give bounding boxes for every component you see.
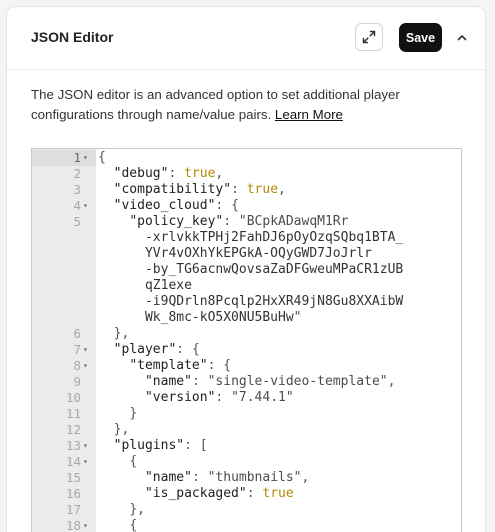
code-line[interactable]: 10 "version": "7.44.1" <box>32 390 461 406</box>
panel-header: JSON Editor Save <box>7 7 485 69</box>
code-text: "plugins": [ <box>113 438 208 453</box>
line-number: 16 <box>65 486 81 501</box>
code-text: -by_TG6acnwQovsaZaDFGweuMPaCR1zUB <box>98 262 404 277</box>
code-text: "template": { <box>129 358 232 373</box>
chevron-up-icon <box>457 35 467 41</box>
code-line[interactable]: Wk_8mc-kO5X0NU5BuHw" <box>32 310 461 326</box>
line-number: 2 <box>73 166 81 181</box>
line-number: 6 <box>73 326 81 341</box>
line-number: 14 <box>65 454 81 469</box>
code-text: } <box>129 406 138 421</box>
code-line[interactable]: 16 "is_packaged": true <box>32 486 461 502</box>
code-line[interactable]: 4 ▾ "video_cloud": { <box>32 198 461 214</box>
code-line[interactable]: 17 }, <box>32 502 461 518</box>
code-text: -xrlvkkTPHj2FahDJ6pOyOzqSQbq1BTA_ <box>98 230 404 245</box>
code-line[interactable]: -xrlvkkTPHj2FahDJ6pOyOzqSQbq1BTA_ <box>32 230 461 246</box>
fold-toggle-icon[interactable]: ▾ <box>83 438 91 454</box>
fold-toggle-icon[interactable]: ▾ <box>83 198 91 214</box>
code-line[interactable]: 7 ▾ "player": { <box>32 342 461 358</box>
code-line[interactable]: 3 "compatibility": true, <box>32 182 461 198</box>
json-code-editor[interactable]: 1 ▾{2 "debug": true, 3 "compatibility": tr… <box>31 148 462 532</box>
panel-title: JSON Editor <box>31 29 114 45</box>
learn-more-link[interactable]: Learn More <box>275 107 343 122</box>
line-number: 10 <box>65 390 81 405</box>
code-text: "player": { <box>113 342 200 357</box>
code-line[interactable]: 18 ▾ { <box>32 518 461 532</box>
code-text: Wk_8mc-kO5X0NU5BuHw" <box>98 310 302 325</box>
code-line[interactable]: 13 ▾ "plugins": [ <box>32 438 461 454</box>
code-line[interactable]: 5 "policy_key": "BCpkADawqM1Rr <box>32 214 461 230</box>
code-text: "policy_key": "BCpkADawqM1Rr <box>129 214 349 229</box>
line-number: 13 <box>65 438 81 453</box>
line-number: 7 <box>73 342 81 357</box>
code-text: -i9QDrln8Pcqlp2HxXR49jN8Gu8XXAibW <box>98 294 404 309</box>
code-text: }, <box>129 502 145 517</box>
code-text: "video_cloud": { <box>113 198 239 213</box>
header-divider <box>7 69 485 70</box>
editor-description: The JSON editor is an advanced option to… <box>31 85 451 125</box>
code-line[interactable]: 1 ▾ { <box>32 150 461 166</box>
code-line[interactable]: 11 } <box>32 406 461 422</box>
code-text: "is_packaged": true <box>144 486 294 501</box>
line-number: 15 <box>65 470 81 485</box>
code-text: "name": "thumbnails", <box>144 470 310 485</box>
fold-toggle-icon[interactable]: ▾ <box>83 150 91 166</box>
code-text: "version": "7.44.1" <box>144 390 294 405</box>
code-text: }, <box>113 326 130 341</box>
code-lines[interactable]: 1 ▾{2 "debug": true, 3 "compatibility": tr… <box>32 150 461 532</box>
code-line[interactable]: 14 ▾ { <box>32 454 461 470</box>
expand-icon <box>362 30 376 44</box>
line-number: 17 <box>65 502 81 517</box>
code-line[interactable]: 8 ▾ "template": { <box>32 358 461 374</box>
line-number: 5 <box>73 214 81 229</box>
code-text: "compatibility": true, <box>113 182 286 197</box>
code-text: "name": "single-video-template", <box>144 374 396 389</box>
code-line[interactable]: 9 "name": "single-video-template", <box>32 374 461 390</box>
save-button[interactable]: Save <box>399 23 442 52</box>
code-line[interactable]: -i9QDrln8Pcqlp2HxXR49jN8Gu8XXAibW <box>32 294 461 310</box>
code-text: { <box>129 454 138 469</box>
code-text: { <box>129 518 138 532</box>
fold-toggle-icon[interactable]: ▾ <box>83 454 91 470</box>
code-line[interactable]: 12 }, <box>32 422 461 438</box>
line-number: 18 <box>65 518 81 532</box>
json-editor-panel: JSON Editor Save The JSON editor is an a… <box>6 6 486 532</box>
line-number: 12 <box>65 422 81 437</box>
code-line[interactable]: qZ1exe <box>32 278 461 294</box>
line-number: 1 <box>73 150 81 165</box>
line-number: 11 <box>65 406 81 421</box>
code-line[interactable]: YVr4vOXhYkEPGkA-OQyGWD7JoJrlr <box>32 246 461 262</box>
fold-toggle-icon[interactable]: ▾ <box>83 342 91 358</box>
fold-toggle-icon[interactable]: ▾ <box>83 518 91 532</box>
code-line[interactable]: 15 "name": "thumbnails", <box>32 470 461 486</box>
code-text: "debug": true, <box>113 166 224 181</box>
code-line[interactable]: 6 }, <box>32 326 461 342</box>
code-text: YVr4vOXhYkEPGkA-OQyGWD7JoJrlr <box>98 246 372 261</box>
code-text: }, <box>113 422 130 437</box>
code-line[interactable]: 2 "debug": true, <box>32 166 461 182</box>
expand-button[interactable] <box>355 23 383 51</box>
code-text: { <box>98 150 106 165</box>
line-number: 9 <box>73 374 81 389</box>
description-text: The JSON editor is an advanced option to… <box>31 87 400 122</box>
fold-toggle-icon[interactable]: ▾ <box>83 358 91 374</box>
code-text: qZ1exe <box>98 278 192 293</box>
collapse-button[interactable] <box>453 29 471 47</box>
line-number: 4 <box>73 198 81 213</box>
line-number: 3 <box>73 182 81 197</box>
line-number: 8 <box>73 358 81 373</box>
code-line[interactable]: -by_TG6acnwQovsaZaDFGweuMPaCR1zUB <box>32 262 461 278</box>
